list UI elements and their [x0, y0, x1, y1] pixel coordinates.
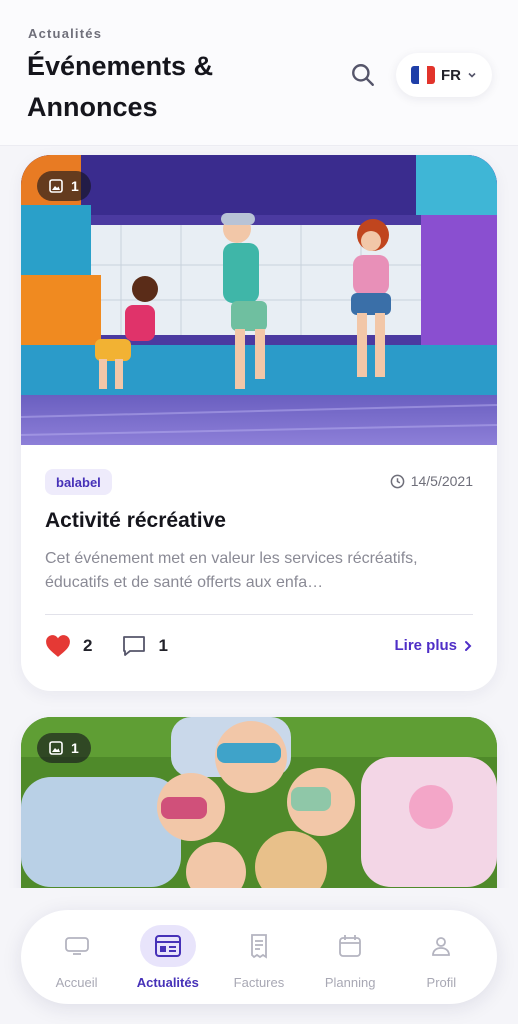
invoice-icon — [251, 933, 267, 959]
heart-icon — [46, 635, 70, 657]
post-image[interactable]: 1 — [21, 155, 497, 445]
nav-label: Planning — [324, 974, 376, 990]
news-icon — [154, 934, 181, 957]
section-eyebrow: Actualités — [28, 26, 103, 41]
nav-item-factures[interactable]: Factures — [216, 910, 302, 1004]
nav-label: Accueil — [55, 974, 98, 990]
post-card[interactable]: 1 — [21, 717, 497, 888]
tv-icon — [64, 936, 89, 955]
nav-item-accueil[interactable]: Accueil — [34, 910, 120, 1004]
nav-label: Actualités — [136, 974, 199, 990]
language-code: FR — [441, 66, 461, 84]
post-stats: 2 1 — [45, 634, 198, 658]
user-icon — [432, 936, 451, 956]
language-selector[interactable]: FR — [396, 53, 492, 97]
card-divider — [45, 614, 473, 615]
post-date-text: 14/5/2021 — [410, 473, 473, 489]
nav-label: Factures — [233, 974, 285, 990]
app-header: Actualités Événements & Annonces FR — [0, 0, 518, 146]
calendar-icon — [339, 934, 362, 957]
category-tag[interactable]: balabel — [45, 469, 112, 495]
post-title[interactable]: Activité récréative — [45, 509, 226, 533]
nav-label: Profil — [426, 974, 457, 990]
photo-count: 1 — [71, 740, 79, 756]
clock-icon — [390, 474, 405, 488]
comment-icon — [123, 636, 146, 656]
photo-count: 1 — [71, 178, 79, 194]
nav-item-planning[interactable]: Planning — [307, 910, 393, 1004]
comment-count: 1 — [158, 636, 168, 655]
chevron-right-icon — [465, 640, 472, 651]
photo-count-badge: 1 — [37, 171, 91, 201]
bottom-nav: Accueil Actualités Factures Planning Pro… — [21, 910, 497, 1004]
nav-item-actualites[interactable]: Actualités — [125, 910, 211, 1004]
image-icon — [49, 741, 63, 755]
like-button[interactable]: 2 — [45, 634, 92, 658]
france-flag-icon — [411, 66, 435, 84]
chevron-down-icon — [468, 72, 476, 78]
post-image[interactable]: 1 — [21, 717, 497, 888]
post-description: Cet événement met en valeur les services… — [45, 550, 418, 591]
image-icon — [49, 179, 63, 193]
search-icon — [352, 64, 374, 86]
post-card[interactable]: 1 balabel 14/5/2021 Activité récréative … — [21, 155, 497, 691]
like-count: 2 — [83, 636, 93, 655]
nav-item-profil[interactable]: Profil — [398, 910, 484, 1004]
photo-count-badge: 1 — [37, 733, 91, 763]
read-more-label: Lire plus — [394, 637, 457, 654]
post-date: 14/5/2021 — [390, 473, 473, 489]
news-feed[interactable]: 1 balabel 14/5/2021 Activité récréative … — [0, 146, 518, 888]
search-button[interactable] — [346, 58, 380, 92]
read-more-link[interactable]: Lire plus — [394, 637, 473, 654]
page-title: Événements & Annonces — [27, 51, 214, 122]
comment-button[interactable]: 1 — [122, 635, 168, 657]
